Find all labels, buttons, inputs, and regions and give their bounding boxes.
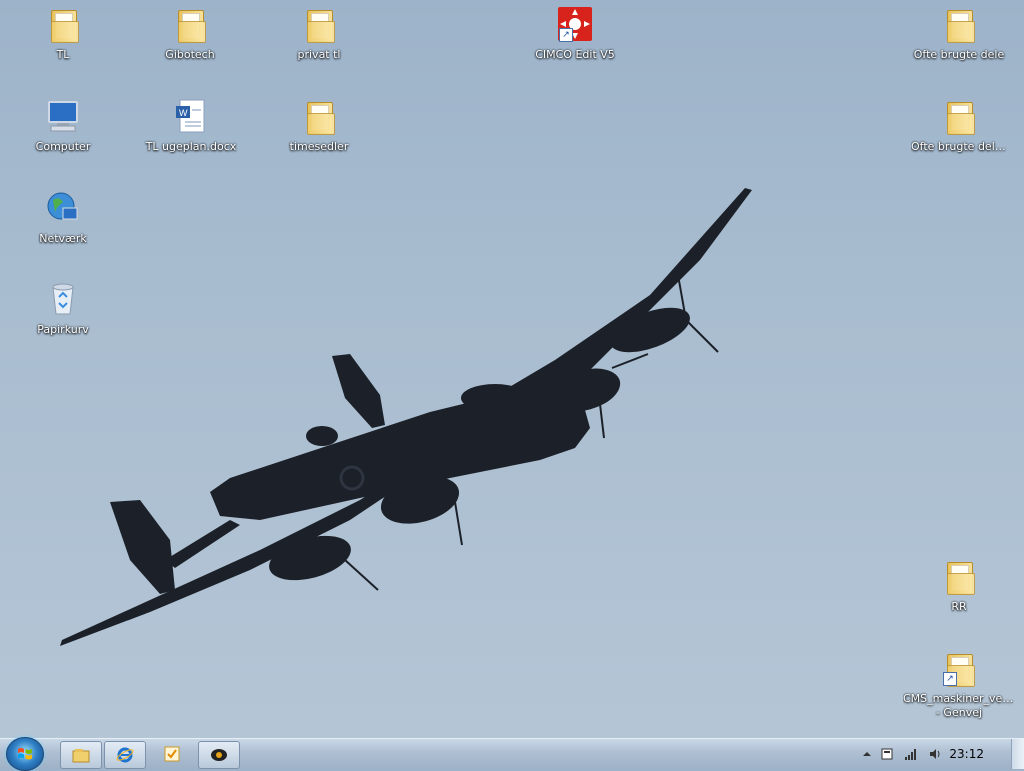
desktop-icon-label: Gibotech [165, 48, 215, 61]
action-center-icon[interactable] [880, 747, 894, 761]
taskbar-clock[interactable]: 23:12 [949, 747, 984, 761]
folder-icon [947, 10, 975, 43]
user-folder-icon [51, 10, 79, 43]
desktop-icon-cimco-edit[interactable]: ↗ CIMCO Edit V5 [527, 6, 623, 62]
desktop-icon-label: privat tl [297, 48, 341, 61]
svg-text:W: W [179, 108, 188, 118]
cimco-app-icon: ↗ [557, 6, 593, 42]
word-document-icon: W [173, 98, 209, 134]
zip-folder-icon [947, 102, 975, 135]
desktop-icon-label: Netværk [39, 232, 87, 245]
folder-icon [178, 10, 206, 43]
desktop-icon-tl[interactable]: TL [15, 6, 111, 62]
computer-icon [45, 98, 81, 134]
desktop-icon-gibotech[interactable]: Gibotech [142, 6, 238, 62]
desktop-icon-ofte-brugte-dele-zip[interactable]: Ofte brugte dele.zip [911, 98, 1007, 154]
taskbar-explorer-button[interactable] [60, 741, 102, 769]
folder-icon [307, 102, 335, 135]
taskbar-outlook-button[interactable] [152, 741, 188, 767]
desktop-icon-tl-ugeplan[interactable]: W TL ugeplan.docx [143, 98, 239, 154]
desktop-icon-netvaerk[interactable]: Netværk [15, 190, 111, 246]
taskbar-ie-button[interactable] [104, 741, 146, 769]
start-button[interactable] [6, 737, 44, 771]
taskbar-media-button[interactable] [198, 741, 240, 769]
show-desktop-button[interactable] [1011, 739, 1024, 769]
windows-logo-icon [18, 748, 32, 760]
desktop-icon-rr[interactable]: RR [911, 558, 1007, 614]
windows-explorer-icon [72, 749, 90, 763]
desktop-icon-label: CIMCO Edit V5 [535, 48, 615, 61]
folder-icon [307, 10, 335, 43]
desktop-icon-label: Papirkurv [37, 323, 89, 336]
desktop-icon-label: Computer [35, 140, 91, 153]
desktop-icon-label: TL ugeplan.docx [145, 140, 237, 153]
outlook-task-icon [164, 746, 180, 762]
desktop-icon-computer[interactable]: Computer [15, 98, 111, 154]
taskbar: 23:12 [0, 737, 1024, 771]
desktop-icon-timesedler[interactable]: timesedler [271, 98, 367, 154]
desktop-icon-label: RR [951, 600, 967, 613]
network-globe-icon [45, 190, 81, 226]
desktop-icon-privat-tl[interactable]: privat tl [271, 6, 367, 62]
network-signal-icon[interactable] [904, 747, 918, 761]
folder-icon [947, 562, 975, 595]
desktop-icon-label: timesedler [289, 140, 349, 153]
desktop-icon-label: CMS_maskiner_ved_... - Genvej [903, 692, 1015, 719]
desktop-icon-label: TL [56, 48, 70, 61]
desktop-icon-label: Ofte brugte dele.zip [911, 140, 1007, 153]
shortcut-arrow-icon: ↗ [943, 672, 957, 686]
recycle-bin-icon [45, 281, 81, 317]
notification-area: 23:12 [824, 739, 1024, 769]
desktop-icon-cms-maskiner-genvej[interactable]: ↗ CMS_maskiner_ved_... - Genvej [903, 650, 1015, 720]
internet-explorer-icon [116, 747, 134, 763]
desktop-icon-label: Ofte brugte dele [913, 48, 1005, 61]
volume-icon[interactable] [928, 747, 942, 761]
media-app-icon [211, 749, 227, 761]
desktop-background: TL Gibotech privat tl ↗ CIMCO Edit V5 Of… [0, 0, 1024, 738]
desktop-icon-papirkurv[interactable]: Papirkurv [15, 281, 111, 337]
desktop-icon-ofte-brugte-dele[interactable]: Ofte brugte dele [911, 6, 1007, 62]
shortcut-arrow-icon: ↗ [559, 28, 573, 42]
show-hidden-icons-icon[interactable] [860, 747, 874, 761]
